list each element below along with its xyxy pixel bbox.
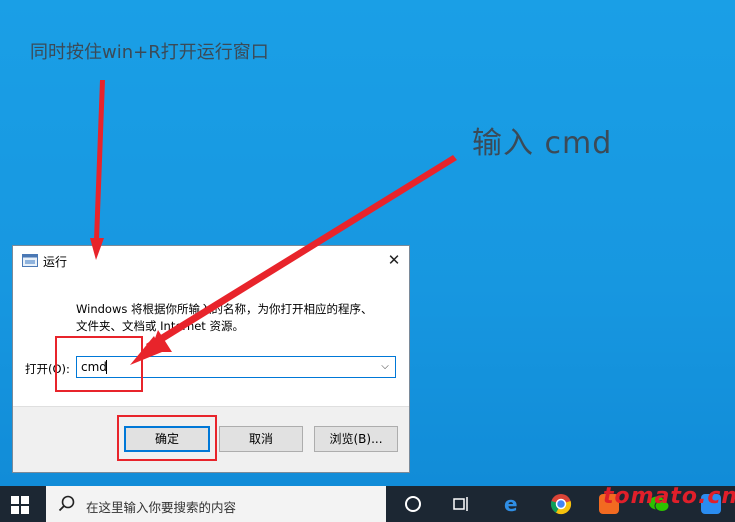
cortana-icon[interactable] <box>402 493 424 515</box>
chevron-down-icon[interactable]: ⌵ <box>377 359 393 375</box>
browse-button[interactable]: 浏览(B)... <box>314 426 398 452</box>
watermark: tomato.cn <box>603 484 735 509</box>
description-line-2: 文件夹、文档或 Internet 资源。 <box>76 319 244 333</box>
close-button[interactable]: ✕ <box>379 246 409 274</box>
close-icon: ✕ <box>387 251 401 269</box>
dialog-titlebar[interactable]: 运行 ✕ <box>13 246 409 276</box>
cancel-button[interactable]: 取消 <box>219 426 303 452</box>
search-placeholder: 在这里输入你要搜索的内容 <box>86 500 237 515</box>
description-line-1: Windows 将根据你所输入的名称，为你打开相应的程序、 <box>76 302 373 316</box>
windows-start-icon[interactable] <box>11 496 29 514</box>
run-icon <box>22 254 38 267</box>
instruction-text-top: 同时按住win+R打开运行窗口 <box>30 42 269 63</box>
highlight-box-ok <box>117 415 217 461</box>
svg-text:e: e <box>504 493 518 515</box>
search-icon <box>58 495 75 512</box>
task-view-icon[interactable] <box>450 493 472 515</box>
dialog-title: 运行 <box>43 255 68 269</box>
dialog-description: Windows 将根据你所输入的名称，为你打开相应的程序、 文件夹、文档或 In… <box>76 301 401 335</box>
edge-browser-icon[interactable]: e <box>501 493 523 515</box>
instruction-text-right: 输入 cmd <box>472 126 613 161</box>
arrow-down-shaft <box>94 80 105 240</box>
highlight-box-input <box>55 336 143 392</box>
taskbar-search-box[interactable]: 在这里输入你要搜索的内容 <box>46 486 386 522</box>
chrome-icon[interactable] <box>550 493 572 515</box>
